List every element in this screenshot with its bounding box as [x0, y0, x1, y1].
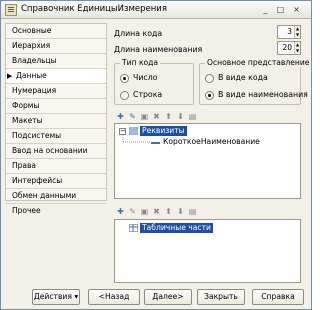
name-length-value: 20 [282, 43, 292, 52]
add-tabular-icon[interactable]: ✚ [115, 206, 126, 217]
sidebar-item-label: Владельцы [12, 56, 57, 65]
sidebar-item-label: Ввод на основании [12, 146, 88, 155]
tabular-parts-root-node[interactable]: Табличные части [140, 223, 213, 233]
code-length-input[interactable]: 3 ▲ ▼ [277, 25, 301, 39]
sidebar-item-subsystems[interactable]: Подсистемы [6, 129, 106, 144]
sort-icon[interactable]: ▤ [187, 111, 198, 122]
window-title: Справочник ЕдиницыИзмерения [21, 4, 167, 14]
code-type-number-radio[interactable] [120, 74, 129, 83]
copy-icon[interactable]: ▣ [139, 111, 150, 122]
code-length-value: 3 [287, 27, 292, 36]
title-bar: Справочник ЕдиницыИзмерения _ □ × [1, 1, 311, 19]
tabular-parts-icon [129, 224, 138, 232]
code-length-label: Длина кода [114, 29, 163, 38]
add-attribute-icon[interactable]: ✚ [115, 111, 126, 122]
tree-connector [122, 135, 150, 143]
name-length-input[interactable]: 20 ▲ ▼ [277, 41, 301, 55]
sidebar-item-label: Макеты [12, 116, 43, 125]
representation-name-radio[interactable] [205, 91, 214, 100]
minimize-button[interactable]: _ [259, 4, 272, 16]
sidebar-item-templates[interactable]: Макеты [6, 114, 106, 129]
sidebar-item-label: Данные [16, 71, 47, 80]
representation-code-radio[interactable] [205, 74, 214, 83]
code-type-string-radio[interactable] [120, 91, 129, 100]
sidebar-item-label: Иерархия [12, 41, 51, 50]
sort-icon[interactable]: ▤ [187, 206, 198, 217]
sidebar-item-label: Обмен данными [12, 191, 77, 200]
tabular-toolbar: ✚ ✎ ▣ ✖ ⬆ ⬇ ▤ [115, 206, 225, 218]
copy-icon[interactable]: ▣ [139, 206, 150, 217]
sidebar-item-label: Подсистемы [12, 131, 62, 140]
code-type-title: Тип кода [120, 58, 161, 67]
sidebar-arrow-icon: ▶ [7, 72, 13, 80]
attributes-toolbar: ✚ ✎ ▣ ✖ ⬆ ⬇ ▤ [115, 111, 225, 123]
move-up-icon[interactable]: ⬆ [163, 111, 174, 122]
settings-sidebar: Основные Иерархия Владельцы ▶ Данные Нуме… [5, 23, 107, 215]
sidebar-item-data-exchange[interactable]: Обмен данными [6, 189, 106, 204]
sidebar-item-basic[interactable]: Основные [6, 24, 106, 39]
representation-code-label: В виде кода [218, 73, 268, 82]
name-length-label: Длина наименования [114, 45, 203, 54]
collapse-icon[interactable]: − [119, 128, 126, 135]
sidebar-item-data[interactable]: ▶ Данные [6, 69, 106, 84]
move-down-icon[interactable]: ⬇ [175, 206, 186, 217]
sidebar-item-rights[interactable]: Права [6, 159, 106, 174]
next-button[interactable]: Далее> [144, 289, 192, 305]
actions-button[interactable]: Действия ▾ [32, 289, 80, 305]
sidebar-item-label: Прочее [12, 206, 41, 215]
back-button[interactable]: <Назад [88, 289, 140, 305]
close-button[interactable]: Закрыть [197, 289, 245, 305]
dropdown-arrow-icon: ▾ [74, 292, 79, 301]
sidebar-item-label: Интерфейсы [12, 176, 63, 185]
dialog-window: Справочник ЕдиницыИзмерения _ □ × Основн… [0, 0, 312, 310]
delete-icon[interactable]: ✖ [151, 111, 162, 122]
sidebar-item-owners[interactable]: Владельцы [6, 54, 106, 69]
sidebar-item-other[interactable]: Прочее [6, 204, 106, 219]
sidebar-item-label: Основные [12, 26, 52, 35]
move-up-icon[interactable]: ⬆ [163, 206, 174, 217]
sidebar-item-hierarchy[interactable]: Иерархия [6, 39, 106, 54]
attributes-icon [129, 127, 138, 135]
catalog-icon [5, 4, 17, 16]
sidebar-item-label: Нумерация [12, 86, 57, 95]
code-type-string-label: Строка [133, 90, 163, 99]
close-window-button[interactable]: × [290, 4, 303, 16]
actions-label: Действия [33, 292, 72, 301]
main-representation-group: Основное представление В виде кода В вид… [199, 58, 311, 105]
representation-name-label: В виде наименования [218, 90, 308, 99]
move-down-icon[interactable]: ⬇ [175, 111, 186, 122]
attributes-tree[interactable]: − Реквизиты КороткоеНаименование [114, 123, 301, 199]
spin-updown-icon[interactable]: ▲ ▼ [294, 42, 300, 54]
sidebar-item-numbering[interactable]: Нумерация [6, 84, 106, 99]
sidebar-item-forms[interactable]: Формы [6, 99, 106, 114]
maximize-button[interactable]: □ [274, 4, 287, 16]
main-representation-title: Основное представление [205, 58, 311, 67]
attribute-node[interactable]: КороткоеНаименование [163, 137, 260, 147]
add-child-icon[interactable]: ✎ [127, 111, 138, 122]
add-child-icon[interactable]: ✎ [127, 206, 138, 217]
sidebar-item-input-based[interactable]: Ввод на основании [6, 144, 106, 159]
spin-updown-icon[interactable]: ▲ ▼ [294, 26, 300, 38]
tabular-parts-tree[interactable]: Табличные части [114, 219, 301, 283]
code-type-group: Тип кода Число Строка [114, 58, 194, 105]
sidebar-item-label: Права [12, 161, 37, 170]
attribute-icon [151, 142, 160, 144]
code-type-number-label: Число [133, 73, 158, 82]
sidebar-item-interfaces[interactable]: Интерфейсы [6, 174, 106, 189]
delete-icon[interactable]: ✖ [151, 206, 162, 217]
help-button[interactable]: Справка [252, 289, 304, 305]
sidebar-item-label: Формы [12, 101, 40, 110]
